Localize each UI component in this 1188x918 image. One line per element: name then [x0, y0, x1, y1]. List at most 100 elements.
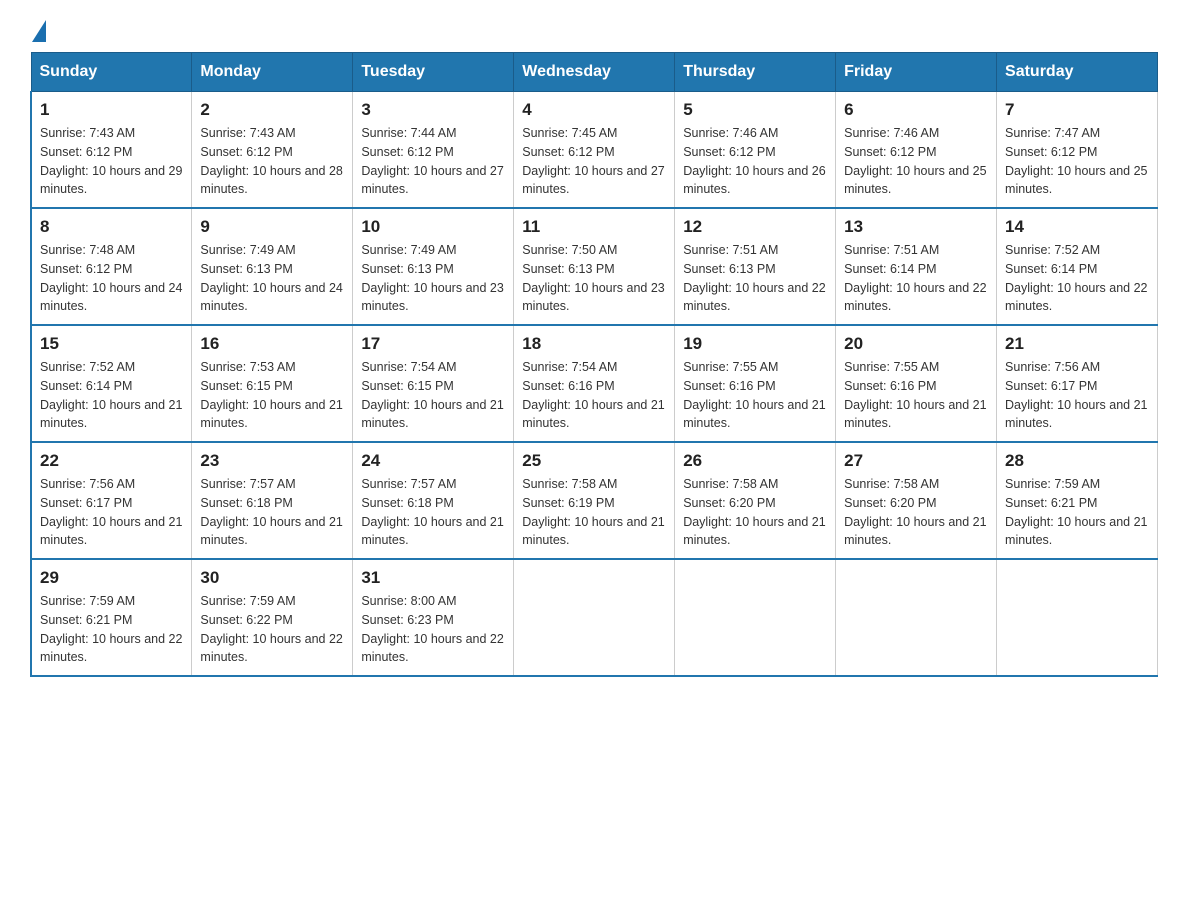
day-number: 26 [683, 451, 827, 471]
day-number: 28 [1005, 451, 1149, 471]
calendar-cell: 21 Sunrise: 7:56 AMSunset: 6:17 PMDaylig… [997, 325, 1158, 442]
calendar-cell: 29 Sunrise: 7:59 AMSunset: 6:21 PMDaylig… [31, 559, 192, 676]
calendar-cell: 22 Sunrise: 7:56 AMSunset: 6:17 PMDaylig… [31, 442, 192, 559]
calendar-cell: 23 Sunrise: 7:57 AMSunset: 6:18 PMDaylig… [192, 442, 353, 559]
weekday-header-tuesday: Tuesday [353, 53, 514, 92]
calendar-cell: 10 Sunrise: 7:49 AMSunset: 6:13 PMDaylig… [353, 208, 514, 325]
calendar-cell: 31 Sunrise: 8:00 AMSunset: 6:23 PMDaylig… [353, 559, 514, 676]
day-info: Sunrise: 7:57 AMSunset: 6:18 PMDaylight:… [200, 477, 342, 547]
day-info: Sunrise: 7:43 AMSunset: 6:12 PMDaylight:… [200, 126, 342, 196]
day-number: 20 [844, 334, 988, 354]
calendar-week-1: 1 Sunrise: 7:43 AMSunset: 6:12 PMDayligh… [31, 92, 1158, 209]
day-info: Sunrise: 7:44 AMSunset: 6:12 PMDaylight:… [361, 126, 503, 196]
day-info: Sunrise: 7:58 AMSunset: 6:19 PMDaylight:… [522, 477, 664, 547]
day-info: Sunrise: 7:56 AMSunset: 6:17 PMDaylight:… [40, 477, 182, 547]
calendar-cell [514, 559, 675, 676]
day-number: 16 [200, 334, 344, 354]
day-info: Sunrise: 7:54 AMSunset: 6:16 PMDaylight:… [522, 360, 664, 430]
calendar-cell [836, 559, 997, 676]
day-info: Sunrise: 7:58 AMSunset: 6:20 PMDaylight:… [844, 477, 986, 547]
calendar-cell: 2 Sunrise: 7:43 AMSunset: 6:12 PMDayligh… [192, 92, 353, 209]
calendar-cell: 19 Sunrise: 7:55 AMSunset: 6:16 PMDaylig… [675, 325, 836, 442]
day-info: Sunrise: 7:59 AMSunset: 6:21 PMDaylight:… [40, 594, 182, 664]
calendar-cell: 9 Sunrise: 7:49 AMSunset: 6:13 PMDayligh… [192, 208, 353, 325]
day-number: 13 [844, 217, 988, 237]
day-number: 10 [361, 217, 505, 237]
calendar-cell: 25 Sunrise: 7:58 AMSunset: 6:19 PMDaylig… [514, 442, 675, 559]
day-info: Sunrise: 7:51 AMSunset: 6:13 PMDaylight:… [683, 243, 825, 313]
calendar-week-5: 29 Sunrise: 7:59 AMSunset: 6:21 PMDaylig… [31, 559, 1158, 676]
calendar-cell: 4 Sunrise: 7:45 AMSunset: 6:12 PMDayligh… [514, 92, 675, 209]
day-number: 5 [683, 100, 827, 120]
day-number: 1 [40, 100, 183, 120]
day-number: 25 [522, 451, 666, 471]
calendar-cell [675, 559, 836, 676]
calendar-cell: 1 Sunrise: 7:43 AMSunset: 6:12 PMDayligh… [31, 92, 192, 209]
calendar-cell: 6 Sunrise: 7:46 AMSunset: 6:12 PMDayligh… [836, 92, 997, 209]
day-info: Sunrise: 7:58 AMSunset: 6:20 PMDaylight:… [683, 477, 825, 547]
weekday-header-thursday: Thursday [675, 53, 836, 92]
weekday-header-saturday: Saturday [997, 53, 1158, 92]
calendar-cell: 17 Sunrise: 7:54 AMSunset: 6:15 PMDaylig… [353, 325, 514, 442]
day-number: 7 [1005, 100, 1149, 120]
day-number: 21 [1005, 334, 1149, 354]
calendar-cell: 5 Sunrise: 7:46 AMSunset: 6:12 PMDayligh… [675, 92, 836, 209]
day-info: Sunrise: 7:49 AMSunset: 6:13 PMDaylight:… [361, 243, 503, 313]
day-number: 27 [844, 451, 988, 471]
day-number: 22 [40, 451, 183, 471]
day-info: Sunrise: 7:56 AMSunset: 6:17 PMDaylight:… [1005, 360, 1147, 430]
day-info: Sunrise: 7:59 AMSunset: 6:22 PMDaylight:… [200, 594, 342, 664]
day-number: 24 [361, 451, 505, 471]
day-number: 8 [40, 217, 183, 237]
day-info: Sunrise: 7:51 AMSunset: 6:14 PMDaylight:… [844, 243, 986, 313]
day-info: Sunrise: 7:57 AMSunset: 6:18 PMDaylight:… [361, 477, 503, 547]
day-info: Sunrise: 7:55 AMSunset: 6:16 PMDaylight:… [683, 360, 825, 430]
day-info: Sunrise: 7:52 AMSunset: 6:14 PMDaylight:… [1005, 243, 1147, 313]
day-info: Sunrise: 7:50 AMSunset: 6:13 PMDaylight:… [522, 243, 664, 313]
calendar-week-3: 15 Sunrise: 7:52 AMSunset: 6:14 PMDaylig… [31, 325, 1158, 442]
calendar-cell: 12 Sunrise: 7:51 AMSunset: 6:13 PMDaylig… [675, 208, 836, 325]
day-info: Sunrise: 7:54 AMSunset: 6:15 PMDaylight:… [361, 360, 503, 430]
calendar-body: 1 Sunrise: 7:43 AMSunset: 6:12 PMDayligh… [31, 92, 1158, 677]
day-number: 12 [683, 217, 827, 237]
calendar-cell: 11 Sunrise: 7:50 AMSunset: 6:13 PMDaylig… [514, 208, 675, 325]
weekday-header-sunday: Sunday [31, 53, 192, 92]
day-number: 18 [522, 334, 666, 354]
day-info: Sunrise: 8:00 AMSunset: 6:23 PMDaylight:… [361, 594, 503, 664]
calendar-cell: 30 Sunrise: 7:59 AMSunset: 6:22 PMDaylig… [192, 559, 353, 676]
day-number: 30 [200, 568, 344, 588]
day-number: 9 [200, 217, 344, 237]
calendar-cell: 13 Sunrise: 7:51 AMSunset: 6:14 PMDaylig… [836, 208, 997, 325]
weekday-header-friday: Friday [836, 53, 997, 92]
calendar-cell: 24 Sunrise: 7:57 AMSunset: 6:18 PMDaylig… [353, 442, 514, 559]
calendar-header-row: SundayMondayTuesdayWednesdayThursdayFrid… [31, 53, 1158, 92]
calendar-cell: 18 Sunrise: 7:54 AMSunset: 6:16 PMDaylig… [514, 325, 675, 442]
calendar-cell: 14 Sunrise: 7:52 AMSunset: 6:14 PMDaylig… [997, 208, 1158, 325]
day-number: 19 [683, 334, 827, 354]
logo [30, 20, 48, 42]
day-number: 2 [200, 100, 344, 120]
header [30, 20, 1158, 42]
calendar-cell: 20 Sunrise: 7:55 AMSunset: 6:16 PMDaylig… [836, 325, 997, 442]
calendar-week-2: 8 Sunrise: 7:48 AMSunset: 6:12 PMDayligh… [31, 208, 1158, 325]
day-info: Sunrise: 7:48 AMSunset: 6:12 PMDaylight:… [40, 243, 182, 313]
day-number: 31 [361, 568, 505, 588]
day-number: 23 [200, 451, 344, 471]
day-info: Sunrise: 7:43 AMSunset: 6:12 PMDaylight:… [40, 126, 182, 196]
day-number: 4 [522, 100, 666, 120]
day-info: Sunrise: 7:55 AMSunset: 6:16 PMDaylight:… [844, 360, 986, 430]
day-number: 3 [361, 100, 505, 120]
calendar-week-4: 22 Sunrise: 7:56 AMSunset: 6:17 PMDaylig… [31, 442, 1158, 559]
day-info: Sunrise: 7:52 AMSunset: 6:14 PMDaylight:… [40, 360, 182, 430]
calendar: SundayMondayTuesdayWednesdayThursdayFrid… [30, 52, 1158, 677]
calendar-cell [997, 559, 1158, 676]
calendar-cell: 28 Sunrise: 7:59 AMSunset: 6:21 PMDaylig… [997, 442, 1158, 559]
calendar-cell: 7 Sunrise: 7:47 AMSunset: 6:12 PMDayligh… [997, 92, 1158, 209]
day-number: 15 [40, 334, 183, 354]
calendar-cell: 15 Sunrise: 7:52 AMSunset: 6:14 PMDaylig… [31, 325, 192, 442]
day-info: Sunrise: 7:49 AMSunset: 6:13 PMDaylight:… [200, 243, 342, 313]
calendar-cell: 8 Sunrise: 7:48 AMSunset: 6:12 PMDayligh… [31, 208, 192, 325]
day-info: Sunrise: 7:45 AMSunset: 6:12 PMDaylight:… [522, 126, 664, 196]
calendar-cell: 16 Sunrise: 7:53 AMSunset: 6:15 PMDaylig… [192, 325, 353, 442]
day-number: 6 [844, 100, 988, 120]
